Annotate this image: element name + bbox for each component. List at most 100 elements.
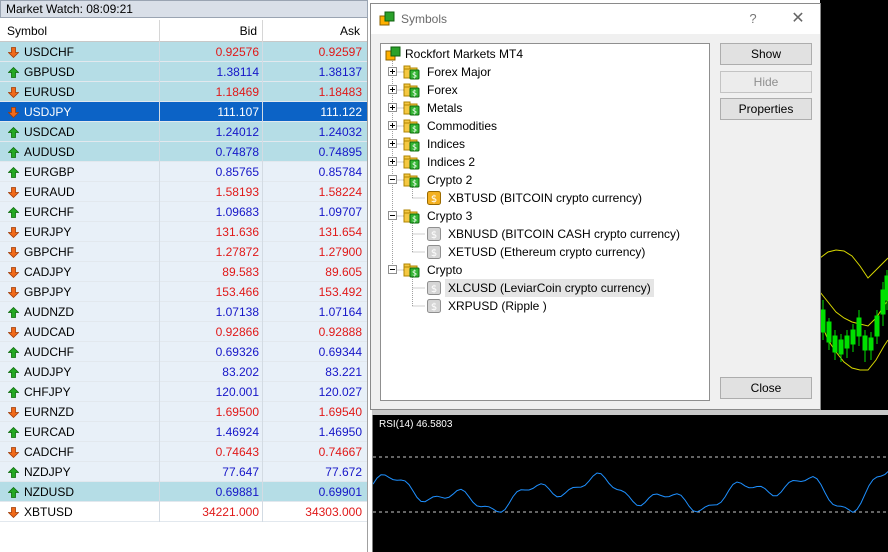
table-row[interactable]: AUDNZD 1.07138 1.07164 [0, 302, 367, 322]
svg-text:$: $ [431, 302, 437, 313]
bid-cell: 1.07138 [215, 305, 259, 319]
tree-group[interactable]: Indices 2 [427, 153, 475, 171]
table-row[interactable]: AUDCHF 0.69326 0.69344 [0, 342, 367, 362]
symbol-cell: USDJPY [24, 105, 72, 119]
tree-group[interactable]: Indices [427, 135, 465, 153]
symbol-cell: AUDCHF [24, 345, 74, 359]
table-row[interactable]: CADCHF 0.74643 0.74667 [0, 442, 367, 462]
bid-cell: 77.647 [222, 465, 259, 479]
collapse-icon[interactable] [388, 265, 397, 274]
tree-group[interactable]: Forex Major [427, 63, 491, 81]
bid-cell: 89.583 [222, 265, 259, 279]
symbol-cell: NZDJPY [24, 465, 71, 479]
folder-icon: $ [403, 263, 420, 278]
ask-cell: 0.69344 [318, 345, 362, 359]
table-row[interactable]: USDCAD 1.24012 1.24032 [0, 122, 367, 142]
table-row[interactable]: AUDUSD 0.74878 0.74895 [0, 142, 367, 162]
table-row[interactable]: EURNZD 1.69500 1.69540 [0, 402, 367, 422]
symbols-title: Symbols [401, 12, 448, 26]
folder-icon: $ [403, 101, 420, 116]
up-arrow-icon [8, 307, 19, 318]
down-arrow-icon [8, 507, 19, 518]
table-row[interactable]: AUDCAD 0.92866 0.92888 [0, 322, 367, 342]
bid-cell: 34221.000 [202, 505, 259, 519]
up-arrow-icon [8, 67, 19, 78]
symbol-cell: GBPUSD [24, 65, 75, 79]
expand-icon[interactable] [388, 85, 397, 94]
up-arrow-icon [8, 207, 19, 218]
bid-cell: 0.74878 [215, 145, 259, 159]
svg-text:$: $ [431, 284, 437, 295]
symbol-dollar-icon: $ [427, 245, 441, 259]
table-row[interactable]: EURCHF 1.09683 1.09707 [0, 202, 367, 222]
bid-cell: 0.74643 [215, 445, 259, 459]
hide-button[interactable]: Hide [720, 71, 812, 93]
svg-text:$: $ [412, 125, 417, 134]
table-row[interactable]: EURUSD 1.18469 1.18483 [0, 82, 367, 102]
expand-icon[interactable] [388, 121, 397, 130]
expand-icon[interactable] [388, 67, 397, 76]
collapse-icon[interactable] [388, 211, 397, 220]
rsi-panel[interactable]: RSI(14) 46.5803 [372, 415, 888, 552]
symbol-cell: AUDUSD [24, 145, 75, 159]
expand-icon[interactable] [388, 157, 397, 166]
symbols-titlebar[interactable]: Symbols ? ✕ [371, 4, 820, 34]
column-header-bid[interactable]: Bid [160, 20, 263, 42]
close-x-button[interactable]: ✕ [787, 9, 809, 29]
tree-group[interactable]: Commodities [427, 117, 497, 135]
down-arrow-icon [8, 227, 19, 238]
bid-cell: 1.27872 [215, 245, 259, 259]
table-row[interactable]: CADJPY 89.583 89.605 [0, 262, 367, 282]
tree-symbol[interactable]: XLCUSD (LeviarCoin crypto currency) [445, 279, 654, 297]
table-row[interactable]: EURAUD 1.58193 1.58224 [0, 182, 367, 202]
bid-cell: 1.58193 [215, 185, 259, 199]
show-button[interactable]: Show [720, 43, 812, 65]
tree-root[interactable]: Rockfort Markets MT4 [405, 45, 523, 63]
properties-button[interactable]: Properties [720, 98, 812, 120]
expand-icon[interactable] [388, 103, 397, 112]
column-header-symbol[interactable]: Symbol [0, 20, 160, 42]
expand-icon[interactable] [388, 139, 397, 148]
close-button[interactable]: Close [720, 377, 812, 399]
tree-group[interactable]: Forex [427, 81, 458, 99]
down-arrow-icon [8, 107, 19, 118]
table-row[interactable]: USDCHF 0.92576 0.92597 [0, 42, 367, 62]
table-row[interactable]: AUDJPY 83.202 83.221 [0, 362, 367, 382]
table-row[interactable]: XBTUSD 34221.000 34303.000 [0, 502, 367, 522]
down-arrow-icon [8, 47, 19, 58]
tree-symbol[interactable]: XBNUSD (BITCOIN CASH crypto currency) [445, 225, 683, 243]
price-chart[interactable] [819, 0, 888, 410]
table-row[interactable]: EURJPY 131.636 131.654 [0, 222, 367, 242]
bid-cell: 1.18469 [215, 85, 259, 99]
table-row[interactable]: NZDUSD 0.69881 0.69901 [0, 482, 367, 502]
up-arrow-icon [8, 487, 19, 498]
folder-icon: $ [403, 83, 420, 98]
symbol-cell: CHFJPY [24, 385, 71, 399]
collapse-icon[interactable] [388, 175, 397, 184]
column-header-ask[interactable]: Ask [263, 20, 367, 42]
tree-symbol[interactable]: XRPUSD (Ripple ) [445, 297, 550, 315]
help-button[interactable]: ? [746, 11, 760, 27]
table-row[interactable]: GBPJPY 153.466 153.492 [0, 282, 367, 302]
symbol-cell: AUDNZD [24, 305, 74, 319]
symbols-tree[interactable]: Rockfort Markets MT4 $ Forex Major $ Forex $ M… [380, 43, 710, 401]
table-row[interactable]: EURGBP 0.85765 0.85784 [0, 162, 367, 182]
symbol-cell: USDCHF [24, 45, 74, 59]
market-watch-panel: Market Watch: 08:09:21 Symbol Bid Ask US… [0, 0, 368, 552]
folder-icon: $ [403, 155, 420, 170]
table-row[interactable]: GBPUSD 1.38114 1.38137 [0, 62, 367, 82]
tree-group[interactable]: Crypto 3 [427, 207, 472, 225]
tree-group[interactable]: Crypto 2 [427, 171, 472, 189]
table-row[interactable]: NZDJPY 77.647 77.672 [0, 462, 367, 482]
svg-text:$: $ [431, 248, 437, 259]
table-row[interactable]: CHFJPY 120.001 120.027 [0, 382, 367, 402]
table-row[interactable]: GBPCHF 1.27872 1.27900 [0, 242, 367, 262]
tree-symbol[interactable]: XBTUSD (BITCOIN crypto currency) [445, 189, 645, 207]
symbol-cell: NZDUSD [24, 485, 74, 499]
tree-group[interactable]: Crypto [427, 261, 462, 279]
table-row[interactable]: USDJPY 111.107 111.122 [0, 102, 367, 122]
symbol-cell: EURAUD [24, 185, 75, 199]
table-row[interactable]: EURCAD 1.46924 1.46950 [0, 422, 367, 442]
tree-group[interactable]: Metals [427, 99, 462, 117]
tree-symbol[interactable]: XETUSD (Ethereum crypto currency) [445, 243, 648, 261]
